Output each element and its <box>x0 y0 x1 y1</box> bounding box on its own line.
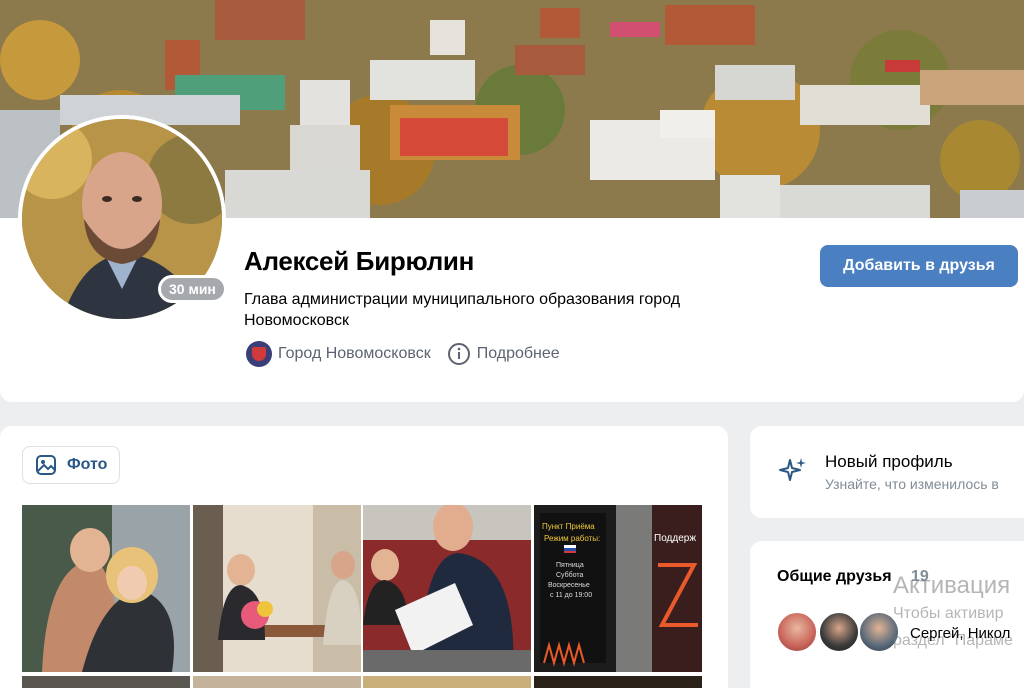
friend-avatar[interactable] <box>776 611 818 653</box>
photo-thumbnail[interactable] <box>363 676 531 688</box>
photo-thumbnail[interactable] <box>193 676 361 688</box>
info-icon <box>447 343 470 365</box>
profile-status: Глава администрации муниципального образ… <box>244 291 681 329</box>
new-profile-card[interactable]: Новый профиль Узнайте, что изменилось в <box>750 426 1024 518</box>
photo-thumbnail[interactable] <box>22 676 190 688</box>
activation-watermark-title: Активация <box>893 572 1011 599</box>
city-link-label: Город Новомосковск <box>278 345 431 362</box>
new-profile-title: Новый профиль <box>825 452 953 471</box>
poster-text-2: Режим работы: <box>544 534 600 543</box>
profile-name: Алексей Бирюлин <box>244 246 475 276</box>
poster-text-1: Пункт Приёма <box>542 522 595 531</box>
tab-photos-label: Фото <box>67 456 108 473</box>
activation-watermark-text: Чтобы активир <box>893 605 1004 622</box>
poster-text-5: Воскресенье <box>548 582 590 589</box>
image-icon <box>36 455 56 475</box>
photo-thumbnail[interactable] <box>193 505 361 672</box>
sparkle-icon <box>779 458 806 481</box>
poster-text-4: Суббота <box>556 571 584 579</box>
profile-meta: Город Новомосковск Подробнее <box>246 341 560 367</box>
add-friend-button[interactable]: Добавить в друзья <box>820 245 1018 287</box>
details-link-label: Подробнее <box>476 345 560 362</box>
photo-thumbnail[interactable] <box>363 505 531 672</box>
new-profile-subtitle: Узнайте, что изменилось в <box>825 476 999 492</box>
friend-avatar[interactable] <box>818 611 860 653</box>
photo-thumbnail[interactable]: Пункт Приёма Режим работы: Пятница Суббо… <box>534 505 702 672</box>
details-link[interactable]: Подробнее <box>447 342 560 366</box>
photos-card: Фото Пункт Приёма Режим работы: Пятница … <box>0 426 728 688</box>
poster-text-7: Поддерж <box>654 533 696 544</box>
tab-photos[interactable]: Фото <box>22 446 121 484</box>
city-link[interactable]: Город Новомосковск <box>246 341 431 367</box>
mutual-friends-names[interactable]: Сергей, Никол <box>910 625 1010 642</box>
city-coat-of-arms-icon <box>246 341 272 367</box>
photo-thumbnail[interactable] <box>22 505 190 672</box>
photo-thumbnail[interactable] <box>534 676 702 688</box>
last-seen-badge: 30 мин <box>158 275 227 303</box>
mutual-friends-title[interactable]: Общие друзья <box>777 568 892 586</box>
poster-text-3: Пятница <box>556 562 584 569</box>
poster-text-6: с 11 до 19:00 <box>550 592 592 599</box>
